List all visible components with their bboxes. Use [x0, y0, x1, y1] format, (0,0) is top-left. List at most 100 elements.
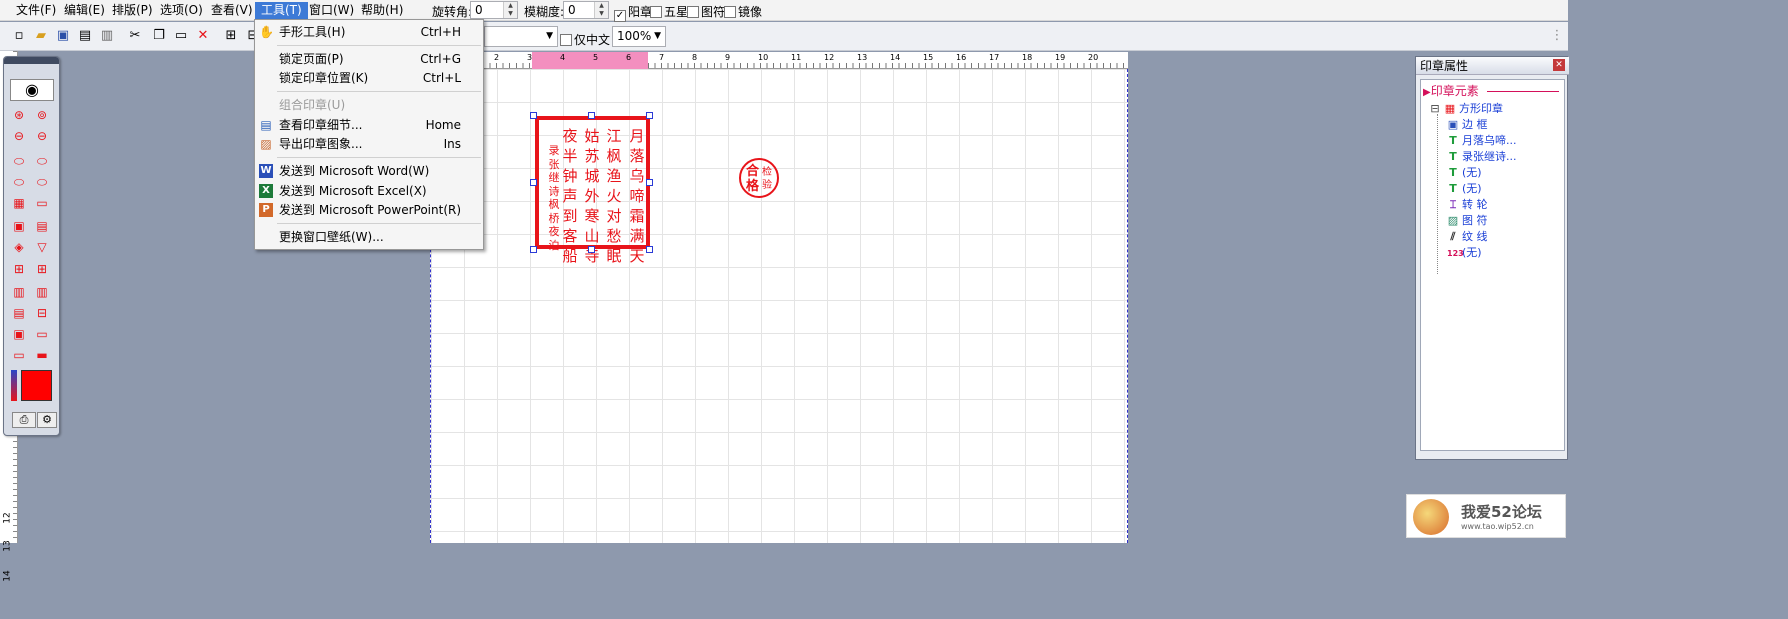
chevron-down-icon[interactable]: ▼ — [546, 27, 553, 46]
grid-seal-icon[interactable]: ▦ — [11, 196, 27, 210]
rect-seal-icon[interactable]: ▤ — [34, 219, 50, 233]
save-icon[interactable]: ▣ — [54, 27, 72, 45]
check-star[interactable]: 五星 — [650, 3, 688, 20]
h-ruler-number: 19 — [1055, 53, 1066, 62]
print-icon[interactable]: ▥ — [98, 27, 116, 45]
rotation-spinner[interactable]: 0 ▲ ▼ — [470, 1, 518, 19]
check-mirror[interactable]: 镜像 — [724, 3, 762, 20]
menu-options[interactable]: 选项(O) — [154, 2, 209, 19]
resize-handle[interactable] — [588, 112, 595, 119]
tree-item-text-2[interactable]: T 录张继诗... — [1447, 150, 1516, 164]
block-seal-icon[interactable]: ▤ — [11, 306, 27, 320]
oval-double-seal-icon[interactable]: ⬭ — [34, 154, 50, 168]
tree-item-square-seal[interactable]: ⊟ ▦ 方形印章 — [1429, 102, 1503, 116]
resize-handle[interactable] — [646, 112, 653, 119]
split-seal-alt-icon[interactable]: ▥ — [34, 285, 50, 299]
oval-seal-line-icon[interactable]: ⬭ — [34, 175, 50, 189]
checkbox-icon[interactable] — [687, 6, 699, 18]
menu-view[interactable]: 查看(V) — [205, 2, 259, 19]
checkbox-icon[interactable] — [724, 6, 736, 18]
oval-seal-icon[interactable]: ⬭ — [11, 154, 27, 168]
check-chinese-only[interactable]: 仅中文 — [560, 31, 610, 48]
quad-seal-alt-icon[interactable]: ⊞ — [34, 262, 50, 276]
check-symbol[interactable]: 图符 — [687, 3, 725, 20]
menu-item-lock-seal-position[interactable]: 锁定印章位置(K) Ctrl+L — [255, 68, 483, 88]
menu-item-export-seal-image[interactable]: ▨ 导出印章图象... Ins — [255, 134, 483, 154]
split-seal-icon[interactable]: ▥ — [11, 285, 27, 299]
new-icon[interactable]: ▫ — [10, 27, 28, 45]
resize-handle[interactable] — [530, 179, 537, 186]
open-folder-icon[interactable]: ▰ — [32, 27, 50, 45]
resize-handle[interactable] — [646, 179, 653, 186]
check-yang[interactable]: ✓ 阳章 — [614, 3, 652, 22]
tree-item-text-4[interactable]: T (无) — [1447, 182, 1481, 196]
spinner-arrows-icon[interactable]: ▲ ▼ — [594, 2, 608, 18]
resize-handle[interactable] — [530, 246, 537, 253]
cut-icon[interactable]: ✂ — [126, 27, 144, 45]
collapse-icon[interactable]: ⊟ — [1429, 102, 1441, 116]
toolbar-overflow-icon[interactable]: ⋮ — [1548, 27, 1566, 45]
menu-tools[interactable]: 工具(T) — [255, 2, 308, 19]
tree-item-wheel[interactable]: ⌶ 转 轮 — [1447, 198, 1488, 212]
spinner-arrows-icon[interactable]: ▲ ▼ — [503, 2, 517, 18]
printer-icon[interactable]: ⎙ — [12, 412, 36, 428]
menu-item-send-to-powerpoint[interactable]: P 发送到 Microsoft PowerPoint(R) — [255, 200, 483, 220]
eye-icon[interactable]: ◉ — [10, 79, 54, 101]
chevron-down-icon[interactable]: ▼ — [654, 27, 661, 46]
color-gradient-bar[interactable] — [11, 370, 17, 401]
close-icon[interactable]: ✕ — [1553, 59, 1565, 71]
square-seal[interactable]: 月落乌啼霜满天 江枫渔火对愁眠 姑苏城外寒山寺 夜半钟声到客船 录张继诗 枫桥夜… — [535, 116, 650, 265]
resize-handle[interactable] — [530, 112, 537, 119]
menu-item-lock-page[interactable]: 锁定页面(P) Ctrl+G — [255, 49, 483, 69]
paste-icon[interactable]: ▭ — [172, 27, 190, 45]
copy-icon[interactable]: ❐ — [150, 27, 168, 45]
settings-icon[interactable]: ⚙ — [37, 412, 57, 428]
round-seal-line-icon[interactable]: ⊖ — [34, 129, 50, 143]
tree-item-text-1[interactable]: T 月落乌啼... — [1447, 134, 1516, 148]
checkbox-icon[interactable] — [650, 6, 662, 18]
resize-handle[interactable] — [646, 246, 653, 253]
long-seal-alt-icon[interactable]: ▬ — [34, 348, 50, 362]
resize-handle[interactable] — [588, 246, 595, 253]
tree-item-text-3[interactable]: T (无) — [1447, 166, 1481, 180]
font-combo[interactable]: ▼ — [484, 26, 558, 47]
menu-item-view-seal-detail[interactable]: ▤ 查看印章细节... Home — [255, 115, 483, 135]
round-star-seal-icon[interactable]: ⊛ — [11, 108, 27, 122]
menu-item-send-to-excel[interactable]: X 发送到 Microsoft Excel(X) — [255, 181, 483, 201]
color-swatch[interactable] — [21, 370, 52, 401]
eye-seal-icon[interactable]: ◈ — [11, 240, 27, 254]
tree-item-symbol[interactable]: ▨ 图 符 — [1447, 214, 1488, 228]
long-seal-icon[interactable]: ▭ — [11, 348, 27, 362]
quad-seal-icon[interactable]: ⊞ — [11, 262, 27, 276]
triangle-seal-icon[interactable]: ▽ — [34, 240, 50, 254]
palette-titlebar[interactable] — [4, 57, 59, 64]
align-icon[interactable]: ⊞ — [222, 27, 240, 45]
print-preview-icon[interactable]: ▤ — [76, 27, 94, 45]
menu-window[interactable]: 窗口(W) — [303, 2, 360, 19]
round-seal-icon[interactable]: ⊚ — [34, 108, 50, 122]
menu-edit[interactable]: 编辑(E) — [58, 2, 111, 19]
menu-file[interactable]: 文件(F) — [10, 2, 62, 19]
checkbox-checked-icon[interactable]: ✓ — [614, 10, 626, 22]
tree-item-number[interactable]: 123(无) — [1447, 246, 1482, 261]
zoom-combo[interactable]: 100% ▼ — [612, 26, 666, 47]
menu-layout[interactable]: 排版(P) — [106, 2, 159, 19]
half-seal-icon[interactable]: ▣ — [11, 327, 27, 341]
tree-item-border[interactable]: ▣ 边 框 — [1447, 118, 1488, 132]
tree-item-hatch[interactable]: ⫽ 纹 线 — [1447, 230, 1488, 244]
menu-item-change-wallpaper[interactable]: 更换窗口壁纸(W)... — [255, 227, 483, 247]
square-seal-icon[interactable]: ▣ — [11, 219, 27, 233]
oval-seal-alt-icon[interactable]: ⬭ — [11, 175, 27, 189]
round-seal[interactable]: 合格 检验 — [739, 158, 779, 198]
menu-item-send-to-word[interactable]: W 发送到 Microsoft Word(W) — [255, 161, 483, 181]
wide-seal-icon[interactable]: ▭ — [34, 327, 50, 341]
round-seal-alt-icon[interactable]: ⊖ — [11, 129, 27, 143]
block-seal-alt-icon[interactable]: ⊟ — [34, 306, 50, 320]
checkbox-icon[interactable] — [560, 34, 572, 46]
menu-item-hand-tool[interactable]: ✋ 手形工具(H) Ctrl+H — [255, 22, 483, 42]
delete-icon[interactable]: ✕ — [194, 27, 212, 45]
bar-seal-icon[interactable]: ▭ — [34, 196, 50, 210]
number-icon: 123 — [1447, 249, 1464, 258]
blur-spinner[interactable]: 0 ▲ ▼ — [563, 1, 609, 19]
menu-help[interactable]: 帮助(H) — [355, 2, 409, 19]
